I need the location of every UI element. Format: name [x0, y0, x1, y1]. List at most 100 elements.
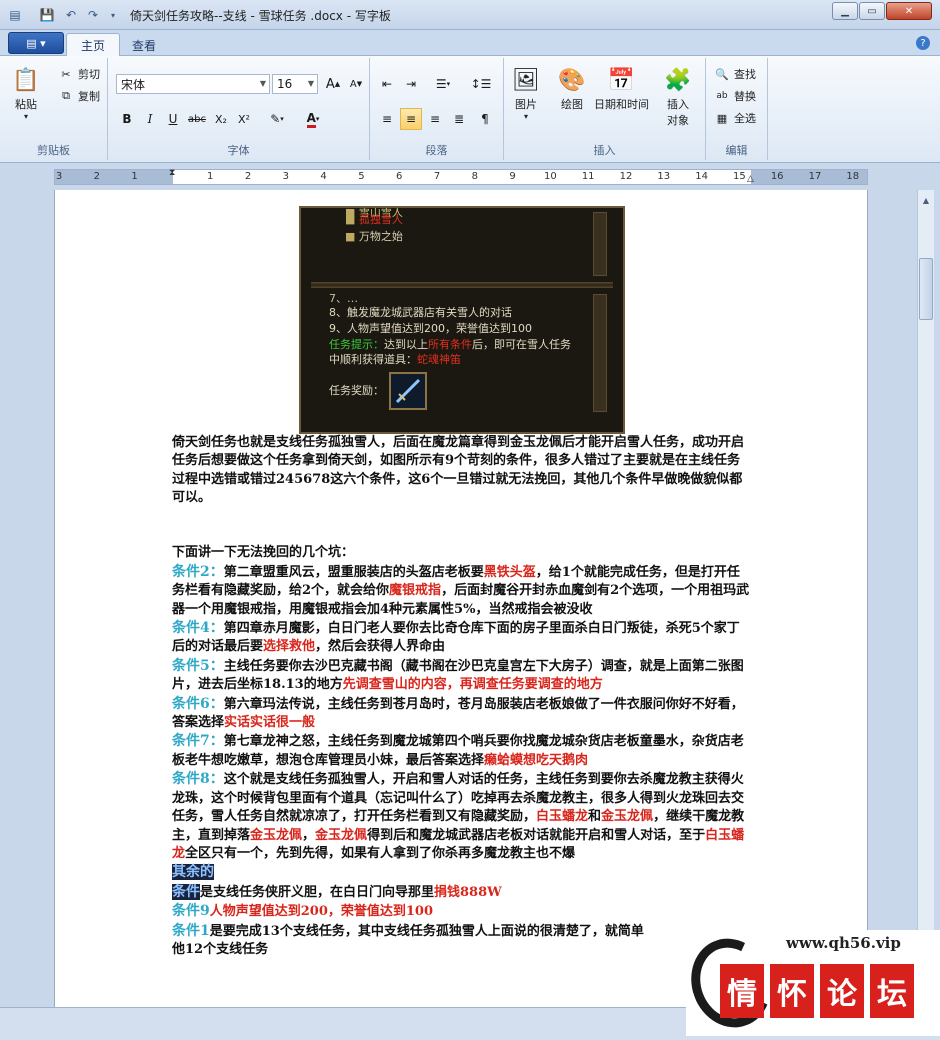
paragraph-settings-icon[interactable]: ¶ — [474, 108, 496, 130]
quest-item-text: 万物之始 — [358, 230, 403, 243]
line-spacing-icon[interactable]: ↕☰ — [464, 73, 498, 95]
condition-label: 条件9 — [172, 903, 210, 920]
superscript-button[interactable]: X² — [233, 108, 255, 130]
highlight-text: 金玉龙佩 — [601, 809, 654, 825]
application-menu-button[interactable]: ▤ ▾ — [8, 32, 64, 54]
strikethrough-button[interactable]: abc — [186, 108, 208, 130]
palette-icon: 🎨 — [558, 67, 586, 93]
paste-button[interactable]: 📋 粘贴 ▾ — [10, 64, 42, 122]
select-all-label: 全选 — [734, 112, 756, 125]
bold-button[interactable]: B — [116, 108, 138, 130]
align-center-icon[interactable]: ≡ — [400, 108, 422, 130]
quest-item-text: 孤独雪人 — [358, 213, 403, 226]
italic-button[interactable]: I — [139, 108, 161, 130]
document-page[interactable]: ■ 雪山雪人 ■ 孤独雪人 ■ 万物之始 7、… 8、触发魔龙城武器店有关雪人的… — [54, 190, 868, 1007]
cut-button[interactable]: ✂ 剪切 — [58, 64, 100, 84]
replace-icon: ab — [716, 91, 728, 101]
ruler-number: 2 — [93, 171, 100, 182]
font-family-value: 宋体 — [121, 77, 146, 92]
highlight-text: 捐钱888W — [434, 884, 502, 900]
help-icon[interactable]: ? — [916, 36, 930, 50]
title-bar: ▤ 💾 ↶ ↷ ▾ 倚天剑任务攻略--支线 - 雪球任务 .docx - 写字板… — [0, 0, 940, 30]
quest-item: ■ 孤独雪人 — [345, 213, 403, 226]
subscript-button[interactable]: X₂ — [210, 108, 232, 130]
wordpad-app-icon[interactable]: ▤ — [6, 6, 24, 24]
paste-label: 粘贴 — [15, 98, 37, 111]
ruler[interactable]: 3 2 1 1 2 3 4 5 6 7 8 9 10 11 12 13 14 15 16 17 18 ⧗ △ — [54, 168, 868, 185]
hint-cond: 所有条件 — [428, 338, 472, 351]
font-size-value: 16 — [277, 77, 293, 91]
justify-icon[interactable]: ≣ — [448, 108, 470, 130]
underline-button[interactable]: U — [162, 108, 184, 130]
ruler-number: 7 — [433, 171, 441, 182]
tab-view[interactable]: 查看 — [118, 33, 170, 57]
game-scrollbar — [593, 294, 607, 412]
hint-mid: 达到以上 — [384, 338, 428, 351]
ruler-number: 16 — [770, 171, 784, 182]
highlight-text: 癞蛤蟆想吃天鹅肉 — [484, 752, 589, 768]
game-scrollbar — [593, 212, 607, 276]
indent-marker-icon[interactable]: ⧗ — [169, 168, 175, 178]
scrollbar-thumb[interactable] — [919, 258, 933, 320]
increase-indent-icon[interactable]: ⇥ — [400, 73, 422, 95]
font-family-select[interactable]: 宋体 ▼ — [116, 74, 270, 94]
close-button[interactable]: ✕ — [886, 2, 932, 20]
paint-drawing-button[interactable]: 🎨 绘图 — [556, 64, 588, 112]
editing-group: 🔍 查找 ab 替换 ▦ 全选 编辑 — [706, 58, 768, 160]
datetime-button[interactable]: 📅 日期和时间 — [594, 64, 649, 112]
datetime-label: 日期和时间 — [594, 98, 649, 111]
decrease-indent-icon[interactable]: ⇤ — [376, 73, 398, 95]
condition-4-paragraph: 条件4：第四章赤月魔影，白日门老人要你去比奇仓库下面的房子里面杀白日门叛徒，杀死… — [172, 619, 752, 657]
embedded-game-screenshot[interactable]: ■ 雪山雪人 ■ 孤独雪人 ■ 万物之始 7、… 8、触发魔龙城武器店有关雪人的… — [299, 206, 625, 434]
picture-button[interactable]: 🖼 图片 ▾ — [510, 64, 542, 122]
vertical-scrollbar[interactable]: ▲ ▼ — [917, 190, 934, 1007]
ruler-number: 10 — [544, 171, 557, 182]
highlight-color-button[interactable]: ✎ ▾ — [260, 108, 294, 130]
text-color-button[interactable]: A ▾ — [296, 108, 330, 130]
grow-font-button[interactable]: A ▲ — [322, 73, 344, 95]
quick-access-dropdown-icon[interactable]: ▾ — [104, 6, 122, 24]
condition-1-paragraph: 条件1是要完成13个支线任务，其中支线任务孤独雪人上面说的很清楚了，就简单 他12… — [172, 922, 752, 960]
copy-label: 复制 — [78, 90, 100, 103]
condition-text: 他12个支线任务 — [172, 941, 269, 957]
tab-home[interactable]: 主页 — [66, 33, 121, 57]
task-hint-line: 任务提示：达到以上所有条件后，即可在雪人任务 — [329, 336, 571, 352]
paint-label: 绘图 — [561, 98, 583, 111]
copy-button[interactable]: ⧉ 复制 — [58, 86, 100, 106]
binoculars-icon: 🔍 — [715, 67, 729, 81]
paragraph-group-label: 段落 — [425, 144, 448, 157]
find-button[interactable]: 🔍 查找 — [714, 64, 756, 84]
align-right-icon[interactable]: ≡ — [424, 108, 446, 130]
list-icon[interactable]: ☰ ▾ — [426, 73, 460, 95]
ruler-number: 9 — [509, 171, 516, 182]
chevron-down-icon: ▾ — [280, 115, 284, 123]
ruler-number: 14 — [695, 171, 708, 182]
condition-text: 和 — [588, 809, 602, 825]
right-indent-marker-icon[interactable]: △ — [747, 174, 754, 184]
insert-object-button[interactable]: 🧩 插入 对象 — [662, 64, 694, 128]
document-text[interactable]: 倚天剑任务也就是支线任务孤独雪人，后面在魔龙篇章得到金玉龙佩后才能开启雪人任务，… — [172, 434, 752, 959]
minimize-button[interactable]: ▁ — [832, 2, 858, 20]
save-icon[interactable]: 💾 — [38, 6, 56, 24]
select-all-button[interactable]: ▦ 全选 — [714, 108, 756, 128]
undo-icon[interactable]: ↶ — [62, 6, 80, 24]
document-area[interactable]: ■ 雪山雪人 ■ 孤独雪人 ■ 万物之始 7、… 8、触发魔龙城武器店有关雪人的… — [0, 190, 917, 1007]
shrink-font-label: A — [349, 78, 357, 90]
align-left-icon[interactable]: ≡ — [376, 108, 398, 130]
calendar-icon: 📅 — [607, 67, 636, 93]
chevron-down-icon: ▾ — [315, 115, 320, 123]
ruler-number: 13 — [657, 171, 671, 182]
picture-icon: 🖼 — [512, 67, 540, 93]
highlight-text: 选择救他 — [263, 639, 316, 655]
font-group: 宋体 ▼ 16 ▼ A ▲ A ▼ B I U abc X₂ X² ✎ ▾ A ▾ 字体 — [108, 58, 370, 160]
replace-button[interactable]: ab 替换 — [714, 86, 756, 106]
ruler-number: 17 — [808, 171, 822, 182]
scroll-up-icon[interactable]: ▲ — [919, 192, 933, 208]
font-size-select[interactable]: 16 ▼ — [272, 74, 318, 94]
ribbon: 📋 粘贴 ▾ ✂ 剪切 ⧉ 复制 剪贴板 宋体 ▼ 16 ▼ A ▲ A ▼ B I U… — [0, 56, 940, 163]
shrink-font-button[interactable]: A ▼ — [345, 73, 367, 95]
condition-text: 是支线任务侠肝义胆，在白日门向导那里 — [200, 884, 435, 900]
redo-icon[interactable]: ↷ — [84, 6, 102, 24]
maximize-button[interactable]: ▭ — [859, 2, 885, 20]
task-hint-line-2: 中顺利获得道具：蛇魂神笛 — [329, 351, 461, 367]
